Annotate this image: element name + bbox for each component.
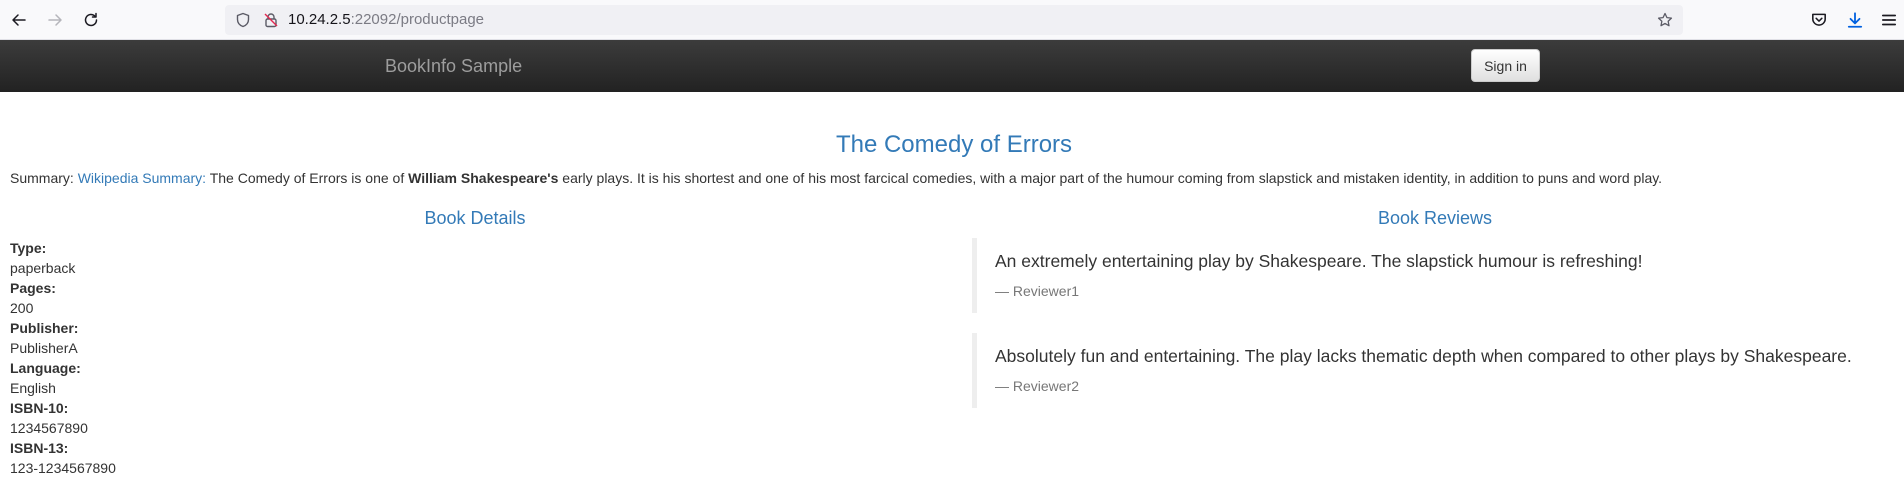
summary-text-end: early plays. It is his shortest and one … (562, 170, 1663, 186)
detail-value-isbn10: 1234567890 (10, 420, 88, 436)
back-arrow-icon[interactable] (6, 7, 32, 33)
lock-icon[interactable] (263, 12, 279, 28)
summary-text-start: The Comedy of Errors is one of (209, 170, 405, 186)
download-icon[interactable] (1846, 11, 1864, 29)
url-text[interactable]: 10.24.2.5:22092/productpage (288, 11, 484, 29)
detail-value-publisher: PublisherA (10, 340, 78, 356)
book-summary: Summary: Wikipedia Summary: The Comedy o… (10, 169, 1890, 187)
star-icon[interactable] (1657, 12, 1673, 28)
review-author: — Reviewer1 (995, 283, 1080, 299)
detail-label: ISBN-10: (10, 400, 69, 416)
wikipedia-summary-link[interactable]: Wikipedia Summary: (78, 170, 206, 186)
url-bar[interactable]: 10.24.2.5:22092/productpage (225, 5, 1683, 35)
detail-value-language: English (10, 380, 56, 396)
shield-icon[interactable] (235, 12, 251, 28)
detail-value-type: paperback (10, 260, 76, 276)
book-details-list: Type: paperback Pages: 200 Publisher: Pu… (10, 238, 116, 478)
book-reviews-heading: Book Reviews (1377, 208, 1493, 228)
hamburger-menu-icon[interactable] (1880, 11, 1898, 29)
summary-label: Summary: (10, 170, 74, 186)
detail-label: Type: (10, 240, 47, 256)
detail-value-pages: 200 (10, 300, 34, 316)
review-text: An extremely entertaining play by Shakes… (995, 251, 1643, 271)
url-path: :22092/productpage (350, 11, 485, 28)
forward-arrow-icon[interactable] (42, 7, 68, 33)
detail-label: Publisher: (10, 320, 79, 336)
brand-title[interactable]: BookInfo Sample (385, 55, 522, 77)
review-author: — Reviewer2 (995, 378, 1080, 394)
book-details-heading: Book Details (424, 208, 526, 228)
review-blockquote: An extremely entertaining play by Shakes… (972, 238, 1892, 313)
detail-value-isbn13: 123-1234567890 (10, 460, 116, 476)
detail-label: ISBN-13: (10, 440, 69, 456)
review-text: Absolutely fun and entertaining. The pla… (995, 346, 1852, 366)
app-navbar: BookInfo Sample Sign in (0, 40, 1904, 92)
summary-author: William Shakespeare's (408, 170, 559, 186)
review-blockquote: Absolutely fun and entertaining. The pla… (972, 333, 1892, 408)
reload-icon[interactable] (78, 7, 104, 33)
pocket-icon[interactable] (1810, 11, 1828, 29)
page-title: The Comedy of Errors (835, 131, 1073, 158)
sign-in-button[interactable]: Sign in (1471, 49, 1540, 82)
detail-label: Language: (10, 360, 81, 376)
url-host: 10.24.2.5 (288, 11, 351, 28)
browser-toolbar: 10.24.2.5:22092/productpage (0, 0, 1904, 40)
detail-label: Pages: (10, 280, 56, 296)
